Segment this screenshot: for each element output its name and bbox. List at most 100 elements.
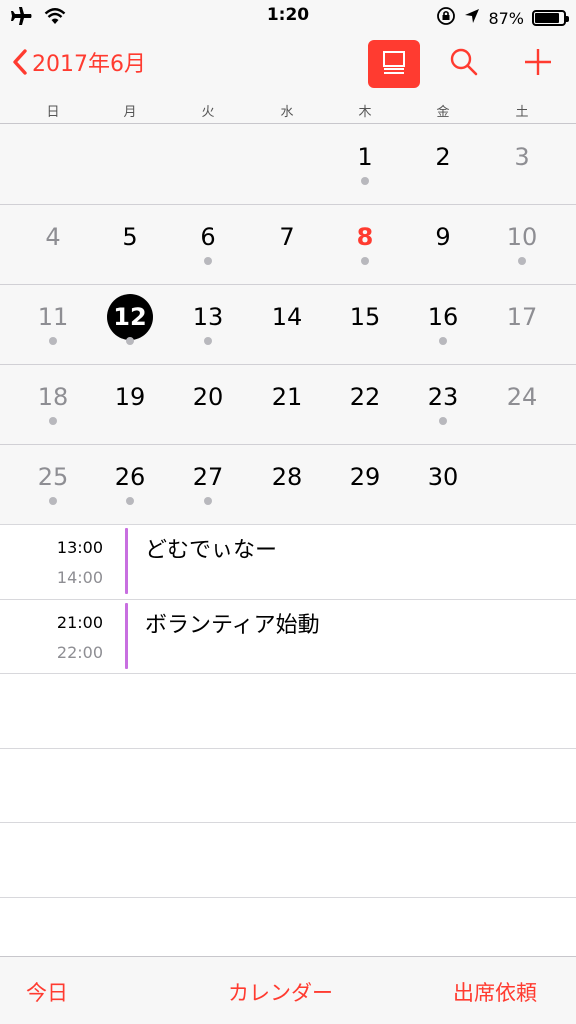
calendar-day[interactable]: 28 <box>252 444 322 524</box>
day-number: 20 <box>192 383 224 411</box>
day-number: 29 <box>349 463 381 491</box>
tab-calendars[interactable]: カレンダー <box>228 977 333 1007</box>
day-number: 3 <box>514 143 530 171</box>
calendar-color-bar <box>125 603 128 669</box>
calendar-day[interactable]: 30 <box>408 444 478 524</box>
calendar-day[interactable]: 11 <box>18 284 88 364</box>
event-indicator-dot <box>361 177 369 185</box>
calendar-day[interactable]: 23 <box>408 364 478 444</box>
calendar-day[interactable]: 17 <box>487 284 557 364</box>
orientation-lock-icon <box>436 6 456 30</box>
event-indicator-dot <box>204 497 212 505</box>
battery-percent: 87% <box>488 8 524 28</box>
weekday-label: 金 <box>436 105 450 120</box>
event-indicator-dot <box>49 497 57 505</box>
day-number: 17 <box>506 303 538 331</box>
day-number: 15 <box>349 303 381 331</box>
day-number: 9 <box>435 223 451 251</box>
calendar-day[interactable]: 18 <box>18 364 88 444</box>
calendar-day[interactable]: 6 <box>173 204 243 284</box>
tab-bar: 今日 カレンダー 出席依頼 <box>0 956 576 1024</box>
calendar-day[interactable]: 1 <box>330 124 400 204</box>
event-indicator-dot <box>439 417 447 425</box>
day-number: 22 <box>349 383 381 411</box>
tab-inbox[interactable]: 出席依頼 <box>453 977 537 1007</box>
day-number: 16 <box>427 303 459 331</box>
calendar-day[interactable]: 22 <box>330 364 400 444</box>
month-grid: 1 2 3 4 5 6 7 8 9 10 11 12 13 14 15 16 17 18 19 20 21 22 23 24 2… <box>0 124 576 524</box>
weekday-label: 木 <box>358 105 372 120</box>
status-right: 87% <box>436 6 569 30</box>
calendar-day[interactable]: 25 <box>18 444 88 524</box>
day-number: 12 <box>107 294 153 340</box>
day-number: 25 <box>37 463 69 491</box>
event-indicator-dot <box>439 337 447 345</box>
calendar-day[interactable]: 2 <box>408 124 478 204</box>
event-list: 13:00 14:00 どむでぃなー 21:00 22:00 ボランティア始動 <box>0 524 576 956</box>
calendar-day[interactable]: 3 <box>487 124 557 204</box>
weekday-label: 土 <box>515 105 529 120</box>
day-number: 23 <box>427 383 459 411</box>
day-number: 19 <box>114 383 146 411</box>
calendar-day[interactable]: 16 <box>408 284 478 364</box>
event-end-time: 14:00 <box>56 568 103 587</box>
list-view-icon <box>381 49 407 79</box>
day-number: 1 <box>357 143 373 171</box>
event-start-time: 21:00 <box>56 613 103 632</box>
day-number: 5 <box>122 223 138 251</box>
day-number: 24 <box>506 383 538 411</box>
event-row-separator <box>0 748 576 749</box>
calendar-day[interactable]: 19 <box>95 364 165 444</box>
day-number: 2 <box>435 143 451 171</box>
status-bar: 1:20 87% <box>0 0 576 34</box>
calendar-day[interactable]: 26 <box>95 444 165 524</box>
event-row-separator <box>0 897 576 898</box>
day-number: 7 <box>279 223 295 251</box>
calendar-day[interactable]: 20 <box>173 364 243 444</box>
calendar-day[interactable]: 13 <box>173 284 243 364</box>
calendar-day[interactable]: 29 <box>330 444 400 524</box>
event-row[interactable]: 13:00 14:00 どむでぃなー <box>0 524 576 596</box>
day-number: 26 <box>114 463 146 491</box>
event-end-time: 22:00 <box>56 643 103 662</box>
location-arrow-icon <box>464 8 480 28</box>
plus-icon <box>523 47 553 81</box>
day-number: 13 <box>192 303 224 331</box>
calendar-day[interactable]: 15 <box>330 284 400 364</box>
tab-today[interactable]: 今日 <box>26 977 68 1007</box>
day-number: 10 <box>506 223 538 251</box>
calendar-day[interactable]: 8 <box>330 204 400 284</box>
event-indicator-dot <box>518 257 526 265</box>
calendar-day[interactable]: 5 <box>95 204 165 284</box>
calendar-day[interactable]: 10 <box>487 204 557 284</box>
event-row-separator <box>0 822 576 823</box>
event-indicator-dot <box>204 257 212 265</box>
list-view-toggle-button[interactable] <box>368 40 420 88</box>
day-number: 30 <box>427 463 459 491</box>
search-icon <box>449 47 479 81</box>
day-number: 11 <box>37 303 69 331</box>
calendar-day[interactable]: 7 <box>252 204 322 284</box>
calendar-day[interactable]: 27 <box>173 444 243 524</box>
calendar-day[interactable]: 9 <box>408 204 478 284</box>
event-indicator-dot <box>126 497 134 505</box>
chevron-left-icon <box>12 48 28 76</box>
add-event-button[interactable] <box>518 44 558 84</box>
back-to-month-button[interactable]: 2017年6月 <box>12 46 146 78</box>
battery-level <box>535 13 560 23</box>
back-label: 2017年6月 <box>32 52 146 77</box>
calendar-day[interactable]: 21 <box>252 364 322 444</box>
weekday-label: 日 <box>46 105 60 120</box>
day-number: 4 <box>45 223 61 251</box>
search-button[interactable] <box>446 46 482 82</box>
weekday-label: 水 <box>280 105 294 120</box>
weekday-label: 月 <box>123 105 137 120</box>
day-number: 6 <box>200 223 216 251</box>
day-number: 28 <box>271 463 303 491</box>
calendar-day[interactable]: 12 <box>95 284 165 364</box>
calendar-day[interactable]: 14 <box>252 284 322 364</box>
day-number: 8 <box>356 223 374 251</box>
calendar-day[interactable]: 24 <box>487 364 557 444</box>
event-row[interactable]: 21:00 22:00 ボランティア始動 <box>0 599 576 671</box>
calendar-day[interactable]: 4 <box>18 204 88 284</box>
